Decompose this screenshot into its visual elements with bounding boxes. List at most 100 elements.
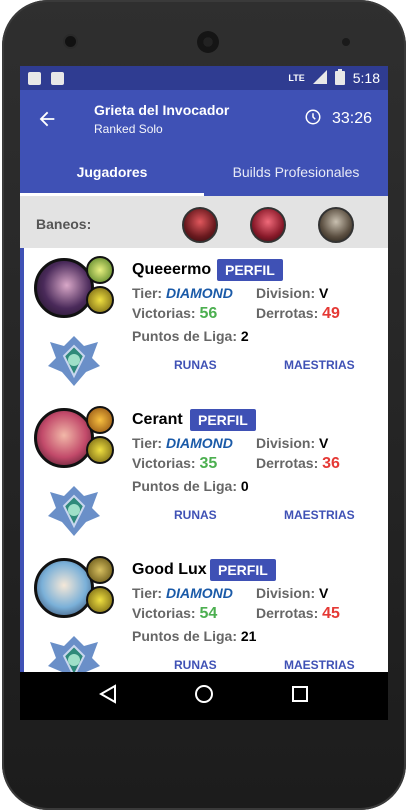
division-row: Division: V [256,585,328,601]
summoner-spell-ignite-icon [86,406,114,434]
app-bar: Grieta del Invocador Ranked Solo 33:26 [20,90,388,148]
nav-back-icon[interactable] [98,683,117,709]
lp-row: Puntos de Liga: 0 [132,478,249,494]
page-title: Grieta del Invocador [94,102,230,118]
bans-label: Baneos: [36,216,92,232]
losses-label: Derrotas: [256,455,319,471]
division-label: Division: [256,585,316,601]
division-row: Division: V [256,435,328,451]
summoner-spell-heal-icon [86,556,114,584]
summoner-spell-ghost-icon [86,586,114,614]
back-arrow-icon[interactable] [36,105,64,133]
sd-card-icon [28,71,41,85]
losses-row: Derrotas: 49 [256,305,340,323]
champion-avatar [34,558,94,618]
banned-champion-1[interactable] [182,207,218,243]
summoner-spell-ghost-icon [86,286,114,314]
players-list: Queeermo PERFIL Tier: DIAMOND Division: … [20,248,388,720]
status-time: 5:18 [352,70,380,86]
summoner-spell-flash-icon [86,256,114,284]
battery-icon [334,68,345,88]
player-name: Queeermo [132,261,212,278]
wins-row: Victorias: 56 [132,305,217,323]
diamond-emblem-icon [48,486,100,536]
champion-avatar [34,408,94,468]
lp-value: 2 [240,328,249,344]
runes-button[interactable]: RUNAS [174,658,217,672]
losses-label: Derrotas: [256,305,319,321]
lp-label: Puntos de Liga: [132,478,237,494]
champion-avatar [34,258,94,318]
masteries-button[interactable]: MAESTRIAS [284,658,355,672]
wins-row: Victorias: 35 [132,455,217,473]
losses-value: 36 [322,455,340,472]
division-value: V [319,285,329,301]
summoner-spell-ghost-icon [86,436,114,464]
masteries-button[interactable]: MAESTRIAS [284,358,355,372]
game-timer: 33:26 [304,108,372,131]
network-label: LTE [288,73,305,83]
profile-button[interactable]: PERFIL [190,409,256,431]
tab-indicator [20,193,204,196]
tier-label: Tier: [132,585,163,601]
losses-row: Derrotas: 45 [256,605,340,623]
tier-row: Tier: DIAMOND [132,285,233,301]
division-value: V [319,435,329,451]
lp-value: 0 [240,478,249,494]
android-icon [51,71,64,85]
masteries-button[interactable]: MAESTRIAS [284,508,355,522]
tier-label: Tier: [132,435,163,451]
lp-label: Puntos de Liga: [132,628,237,644]
app-screen: LTE 5:18 Grieta del Invocador Ranked Sol… [20,66,388,720]
banned-champion-2[interactable] [250,207,286,243]
speaker-grille [197,31,219,53]
nav-home-icon[interactable] [194,684,214,709]
player-card: Cerant PERFIL Tier: DIAMOND Division: V … [24,398,388,548]
tier-label: Tier: [132,285,163,301]
tier-value: DIAMOND [165,585,233,601]
profile-button[interactable]: PERFIL [210,559,276,581]
runes-button[interactable]: RUNAS [174,358,217,372]
profile-button[interactable]: PERFIL [217,259,283,281]
signal-icon [312,69,327,87]
banned-champion-3[interactable] [318,207,354,243]
tab-jugadores[interactable]: Jugadores [20,148,204,196]
proximity-sensor [342,38,350,46]
losses-row: Derrotas: 36 [256,455,340,473]
nav-recents-icon[interactable] [291,685,309,708]
wins-value: 35 [199,455,218,472]
wins-value: 56 [199,305,218,322]
front-camera [65,36,76,47]
diamond-emblem-icon [48,336,100,386]
tier-row: Tier: DIAMOND [132,585,233,601]
wins-value: 54 [199,605,218,622]
status-bar: LTE 5:18 [20,66,388,90]
division-value: V [319,585,329,601]
lp-value: 21 [240,628,257,644]
wins-label: Victorias: [132,605,196,621]
clock-icon [304,108,322,131]
division-label: Division: [256,285,316,301]
tier-value: DIAMOND [165,285,233,301]
player-name: Cerant [132,411,183,428]
player-card: Queeermo PERFIL Tier: DIAMOND Division: … [24,248,388,398]
wins-label: Victorias: [132,455,196,471]
android-nav-bar [20,672,388,720]
tier-row: Tier: DIAMOND [132,435,233,451]
player-name: Good Lux [132,561,207,578]
losses-label: Derrotas: [256,605,319,621]
losses-value: 45 [322,605,340,622]
division-label: Division: [256,435,316,451]
tier-value: DIAMOND [165,435,233,451]
division-row: Division: V [256,285,328,301]
timer-value: 33:26 [331,110,372,127]
losses-value: 49 [322,305,340,322]
tab-bar: Jugadores Builds Profesionales [20,148,388,196]
page-subtitle: Ranked Solo [94,122,163,136]
lp-row: Puntos de Liga: 2 [132,328,249,344]
runes-button[interactable]: RUNAS [174,508,217,522]
wins-label: Victorias: [132,305,196,321]
lp-label: Puntos de Liga: [132,328,237,344]
wins-row: Victorias: 54 [132,605,217,623]
tab-builds-profesionales[interactable]: Builds Profesionales [204,148,388,196]
